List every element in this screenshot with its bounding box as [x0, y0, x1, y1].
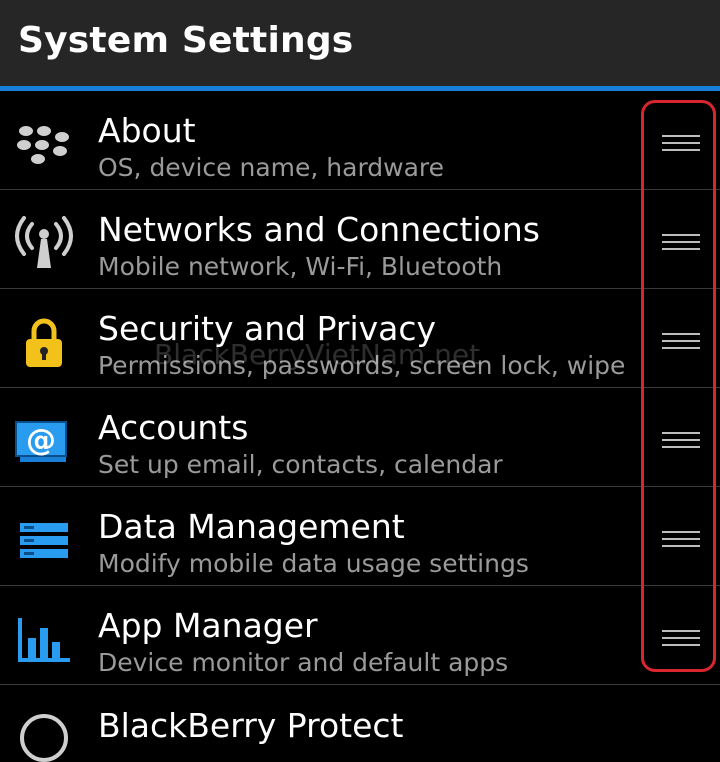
item-title: BlackBerry Protect: [98, 706, 404, 745]
lock-icon: [26, 318, 62, 367]
item-subtitle: Mobile network, Wi-Fi, Bluetooth: [98, 252, 503, 281]
list-item-blackberry-protect[interactable]: BlackBerry Protect: [0, 690, 720, 762]
item-title: About: [98, 111, 196, 150]
list-item-networks[interactable]: Networks and Connections Mobile network,…: [0, 190, 720, 289]
item-subtitle: Set up email, contacts, calendar: [98, 450, 503, 479]
highlight-annotation: [641, 100, 716, 672]
list-item-about[interactable]: About OS, device name, hardware: [0, 91, 720, 190]
item-title: Networks and Connections: [98, 210, 540, 249]
list-item-accounts[interactable]: @ Accounts Set up email, contacts, calen…: [0, 388, 720, 487]
at-sign-icon: @: [15, 421, 67, 462]
protect-icon: [20, 714, 68, 762]
item-title: App Manager: [98, 606, 318, 645]
list-item-app-manager[interactable]: App Manager Device monitor and default a…: [0, 586, 720, 685]
blackberry-logo-icon: [17, 126, 69, 164]
bar-chart-icon: [18, 618, 70, 662]
data-management-icon: [20, 523, 68, 558]
page-title: System Settings: [18, 20, 354, 61]
watermark: BlackBerryVietNam.net: [154, 338, 481, 371]
item-subtitle: Modify mobile data usage settings: [98, 549, 529, 578]
antenna-icon: [15, 216, 73, 268]
list-item-data-management[interactable]: Data Management Modify mobile data usage…: [0, 487, 720, 586]
row-divider: [0, 684, 720, 685]
item-title: Data Management: [98, 507, 405, 546]
item-subtitle: OS, device name, hardware: [98, 153, 445, 182]
item-title: Accounts: [98, 408, 249, 447]
item-subtitle: Device monitor and default apps: [98, 648, 509, 677]
title-bar: System Settings: [0, 0, 720, 86]
svg-text:@: @: [26, 423, 56, 458]
